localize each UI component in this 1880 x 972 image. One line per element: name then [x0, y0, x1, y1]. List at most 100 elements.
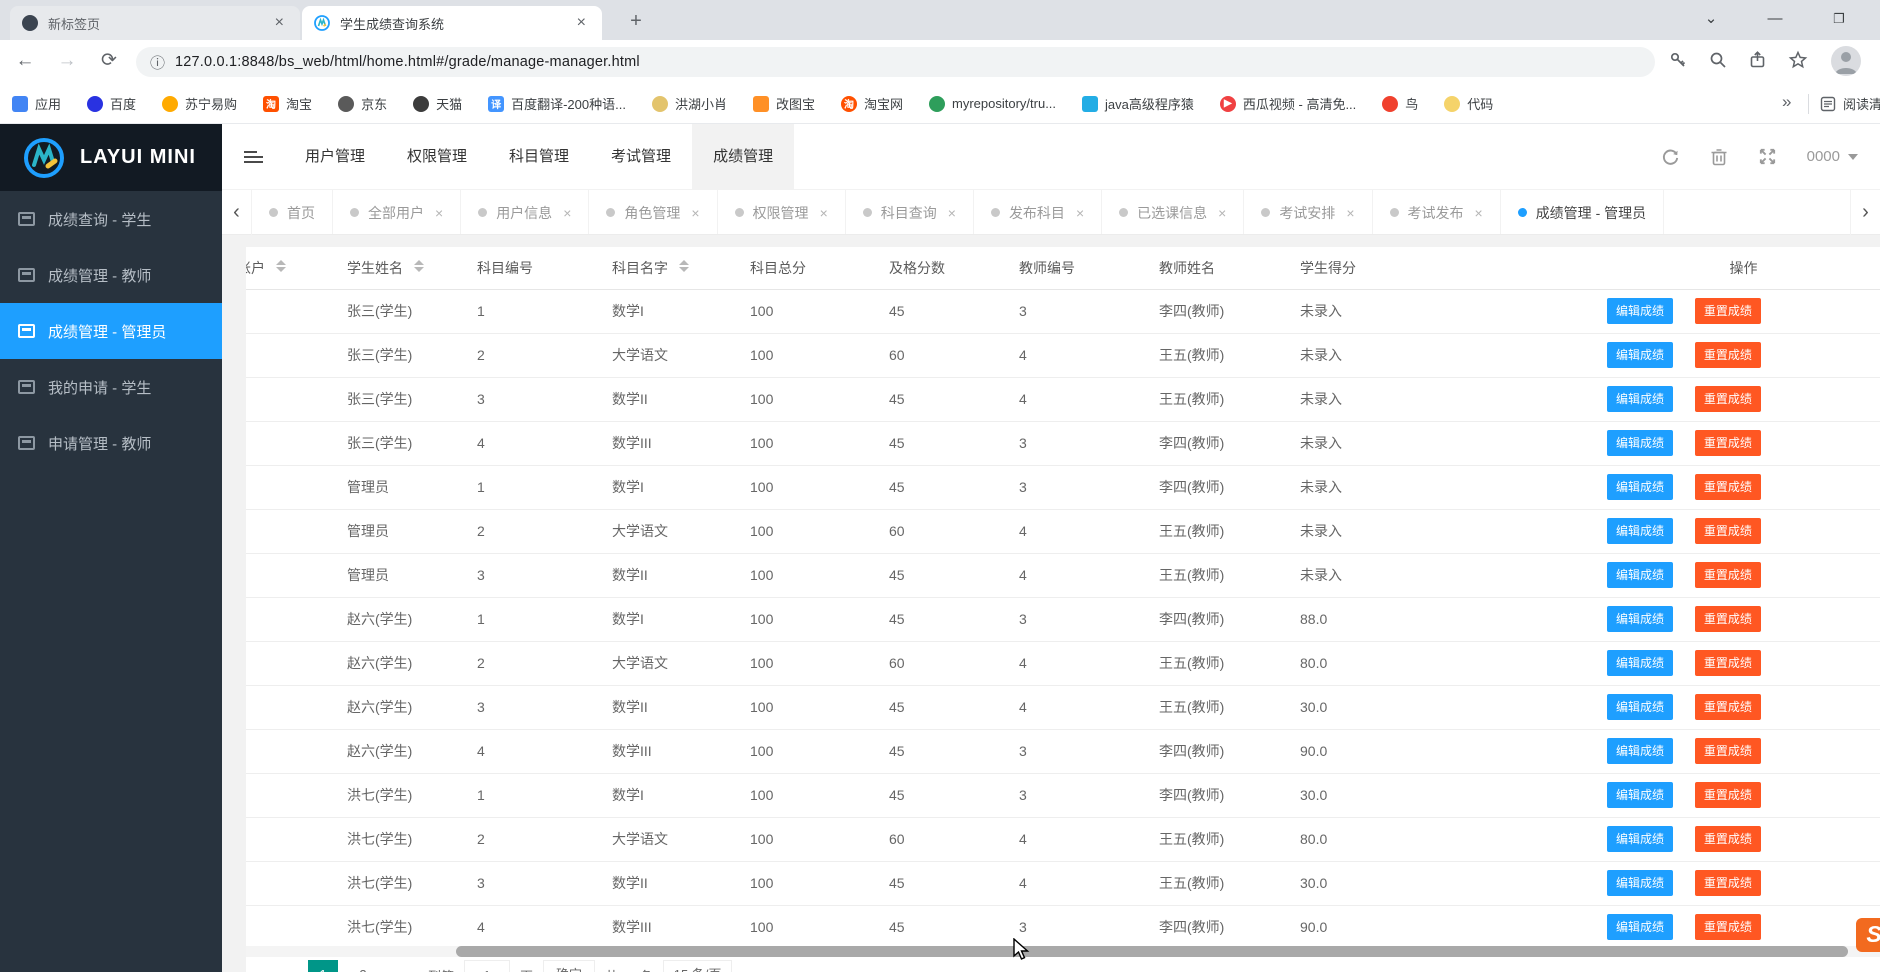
- edit-score-button[interactable]: 编辑成绩: [1607, 298, 1673, 324]
- column-header-操作[interactable]: 操作: [1607, 247, 1880, 289]
- edit-score-button[interactable]: 编辑成绩: [1607, 518, 1673, 544]
- edit-score-button[interactable]: 编辑成绩: [1607, 650, 1673, 676]
- fullscreen-icon[interactable]: [1758, 147, 1777, 166]
- topnav-item-科目管理[interactable]: 科目管理: [488, 124, 590, 190]
- sidebar-item-申请管理 - 教师[interactable]: 申请管理 - 教师: [0, 415, 222, 471]
- reset-score-button[interactable]: 重置成绩: [1695, 474, 1761, 500]
- user-dropdown[interactable]: 0000: [1807, 148, 1858, 165]
- bookmark-item[interactable]: 淘 淘宝网: [841, 94, 903, 113]
- page-tab-权限管理[interactable]: 权限管理 ×: [718, 190, 846, 234]
- tab-search-icon[interactable]: ⌄: [1688, 0, 1734, 40]
- close-tab-icon[interactable]: ×: [435, 205, 443, 221]
- edit-score-button[interactable]: 编辑成绩: [1607, 826, 1673, 852]
- scrollbar-thumb[interactable]: [456, 946, 1848, 957]
- bookmarks-overflow-icon[interactable]: »: [1782, 92, 1791, 112]
- edit-score-button[interactable]: 编辑成绩: [1607, 914, 1673, 940]
- reading-list-button[interactable]: 阅读清单: [1820, 94, 1880, 113]
- close-tab-icon[interactable]: ×: [1076, 205, 1084, 221]
- sort-icon[interactable]: [414, 260, 424, 272]
- confirm-button[interactable]: 确定: [543, 960, 595, 972]
- minimize-button[interactable]: —: [1752, 0, 1798, 40]
- bookmark-item[interactable]: 代码: [1444, 94, 1493, 113]
- close-tab-icon[interactable]: ×: [1475, 205, 1483, 221]
- edit-score-button[interactable]: 编辑成绩: [1607, 474, 1673, 500]
- page-tab-角色管理[interactable]: 角色管理 ×: [589, 190, 717, 234]
- page-1-button[interactable]: 1: [308, 960, 338, 972]
- reset-score-button[interactable]: 重置成绩: [1695, 386, 1761, 412]
- close-tab-icon[interactable]: ×: [573, 14, 590, 32]
- close-tab-icon[interactable]: ×: [691, 205, 699, 221]
- column-header-教师编号[interactable]: 教师编号: [1019, 247, 1159, 289]
- topnav-item-权限管理[interactable]: 权限管理: [386, 124, 488, 190]
- page-2-button[interactable]: 2: [348, 960, 378, 972]
- column-header-及格分数[interactable]: 及格分数: [889, 247, 1019, 289]
- address-bar[interactable]: ⓘ 127.0.0.1:8848/bs_web/html/home.html#/…: [136, 47, 1655, 77]
- topnav-item-用户管理[interactable]: 用户管理: [284, 124, 386, 190]
- reload-button[interactable]: ⟳: [92, 45, 126, 79]
- bookmark-star-icon[interactable]: [1788, 50, 1808, 70]
- topnav-item-考试管理[interactable]: 考试管理: [590, 124, 692, 190]
- collapse-menu-button[interactable]: [222, 124, 284, 190]
- column-header-学生姓名[interactable]: 学生姓名: [347, 247, 477, 289]
- column-header-科目编号[interactable]: 科目编号: [477, 247, 612, 289]
- close-tab-icon[interactable]: ×: [271, 14, 288, 32]
- reset-score-button[interactable]: 重置成绩: [1695, 650, 1761, 676]
- close-tab-icon[interactable]: ×: [948, 205, 956, 221]
- reset-score-button[interactable]: 重置成绩: [1695, 298, 1761, 324]
- reset-score-button[interactable]: 重置成绩: [1695, 782, 1761, 808]
- edit-score-button[interactable]: 编辑成绩: [1607, 342, 1673, 368]
- topnav-item-成绩管理[interactable]: 成绩管理: [692, 124, 794, 190]
- bookmark-item[interactable]: 京东: [338, 94, 387, 113]
- bookmark-item[interactable]: 洪湖小肖: [652, 94, 727, 113]
- reset-score-button[interactable]: 重置成绩: [1695, 606, 1761, 632]
- reset-score-button[interactable]: 重置成绩: [1695, 694, 1761, 720]
- column-header-学生得分[interactable]: 学生得分: [1300, 247, 1607, 289]
- sidebar-item-我的申请 - 学生[interactable]: 我的申请 - 学生: [0, 359, 222, 415]
- restore-button[interactable]: ❐: [1816, 0, 1862, 40]
- reset-score-button[interactable]: 重置成绩: [1695, 870, 1761, 896]
- profile-avatar[interactable]: [1831, 46, 1861, 76]
- share-icon[interactable]: [1748, 50, 1768, 70]
- edit-score-button[interactable]: 编辑成绩: [1607, 738, 1673, 764]
- browser-tab-newtab[interactable]: 新标签页 ×: [10, 6, 300, 40]
- bookmark-item[interactable]: 译 百度翻译-200种语...: [488, 94, 626, 113]
- bookmark-item[interactable]: 淘 淘宝: [263, 94, 312, 113]
- sidebar-item-成绩查询 - 学生[interactable]: 成绩查询 - 学生: [0, 191, 222, 247]
- bookmark-item[interactable]: ▶ 西瓜视频 - 高清免...: [1220, 94, 1356, 113]
- password-key-icon[interactable]: [1668, 50, 1688, 70]
- edit-score-button[interactable]: 编辑成绩: [1607, 782, 1673, 808]
- column-header-账户[interactable]: 账户: [246, 247, 347, 289]
- tabs-scroll-right-icon[interactable]: ›: [1850, 190, 1880, 235]
- page-tab-已选课信息[interactable]: 已选课信息 ×: [1102, 190, 1244, 234]
- new-tab-button[interactable]: +: [622, 8, 650, 36]
- column-header-教师姓名[interactable]: 教师姓名: [1159, 247, 1300, 289]
- close-tab-icon[interactable]: ×: [563, 205, 571, 221]
- page-tab-考试发布[interactable]: 考试发布 ×: [1373, 190, 1501, 234]
- clear-cache-trash-icon[interactable]: [1710, 147, 1728, 166]
- bookmark-item[interactable]: 改图宝: [753, 94, 815, 113]
- bookmark-item[interactable]: 天猫: [413, 94, 462, 113]
- reset-score-button[interactable]: 重置成绩: [1695, 826, 1761, 852]
- page-tab-成绩管理 - 管理员[interactable]: 成绩管理 - 管理员: [1501, 190, 1664, 234]
- forward-button[interactable]: →: [50, 45, 84, 79]
- page-tab-首页[interactable]: 首页: [252, 190, 333, 234]
- sidebar-item-成绩管理 - 教师[interactable]: 成绩管理 - 教师: [0, 247, 222, 303]
- site-info-icon[interactable]: ⓘ: [150, 52, 165, 73]
- reset-score-button[interactable]: 重置成绩: [1695, 738, 1761, 764]
- back-button[interactable]: ←: [8, 45, 42, 79]
- sort-icon[interactable]: [679, 260, 689, 272]
- prev-page-button[interactable]: ‹: [268, 960, 298, 972]
- reset-score-button[interactable]: 重置成绩: [1695, 342, 1761, 368]
- reset-score-button[interactable]: 重置成绩: [1695, 914, 1761, 940]
- bookmark-item[interactable]: myrepository/tru...: [929, 96, 1056, 112]
- edit-score-button[interactable]: 编辑成绩: [1607, 694, 1673, 720]
- zoom-icon[interactable]: [1708, 50, 1728, 70]
- edit-score-button[interactable]: 编辑成绩: [1607, 430, 1673, 456]
- bookmark-item[interactable]: 应用: [12, 94, 61, 113]
- page-jump-input[interactable]: [464, 960, 510, 972]
- edit-score-button[interactable]: 编辑成绩: [1607, 562, 1673, 588]
- page-tab-考试安排[interactable]: 考试安排 ×: [1244, 190, 1372, 234]
- page-tab-全部用户[interactable]: 全部用户 ×: [333, 190, 461, 234]
- close-tab-icon[interactable]: ×: [1218, 205, 1226, 221]
- page-size-select[interactable]: 15 条/页: [663, 960, 733, 972]
